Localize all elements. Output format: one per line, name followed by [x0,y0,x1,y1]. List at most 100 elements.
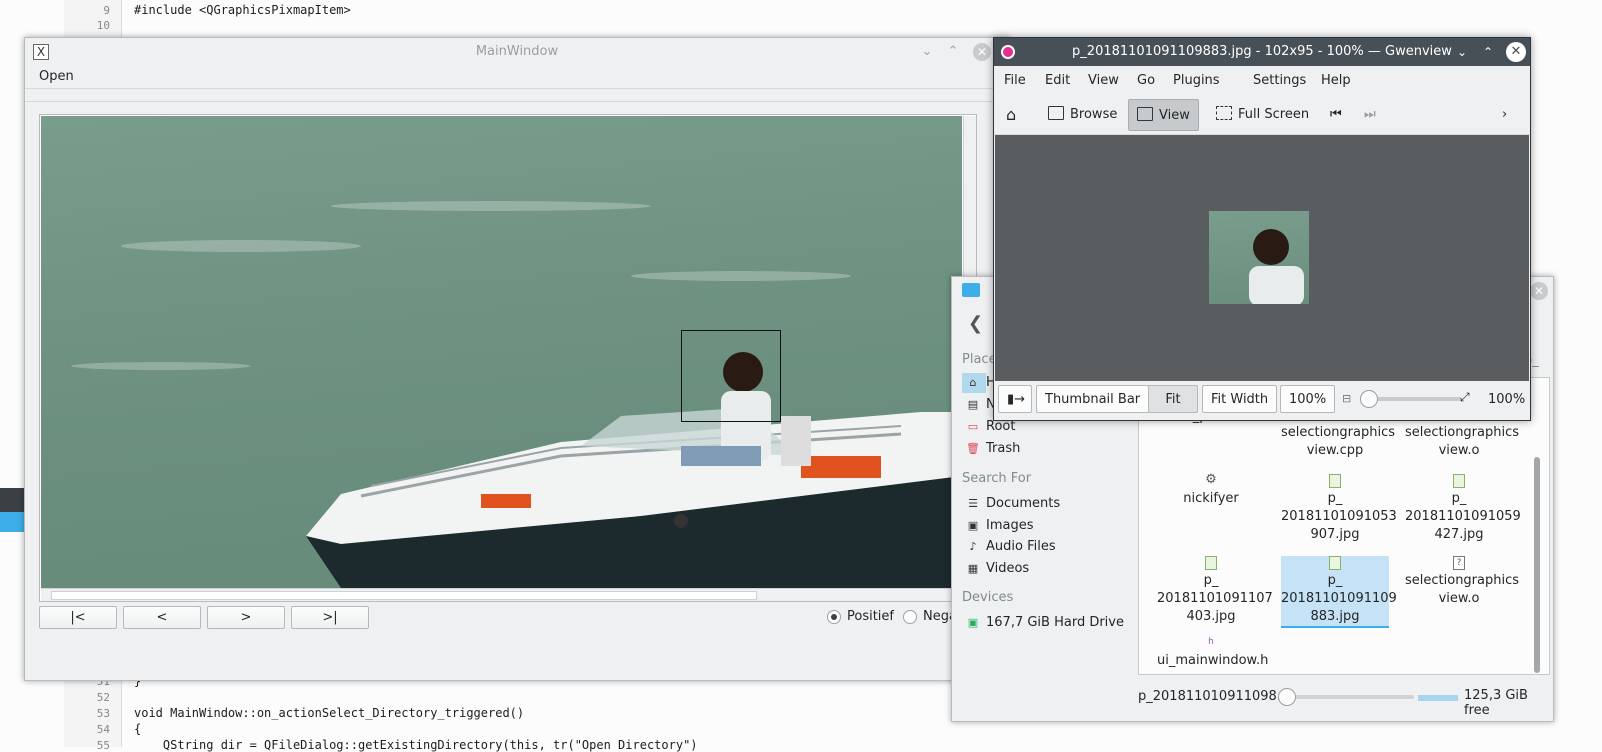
menu-file[interactable]: File [1004,73,1026,88]
search-images[interactable]: ▣ Images [966,518,1034,533]
file-view[interactable]: mos_predictin selectiongraphics view.cpp… [1138,377,1550,675]
device-hard-drive[interactable]: ▣ 167,7 GiB Hard Drive [966,615,1124,630]
gwenview-app-icon [1001,45,1015,59]
sidebar-icon: ▮→ [1007,392,1026,407]
menu-go[interactable]: Go [1137,73,1155,88]
boat-photo[interactable] [41,116,962,588]
positive-radio[interactable] [827,610,841,624]
places-header: Place [962,352,997,367]
file-item[interactable]: p_ 20181101091107 403.jpg [1157,556,1273,626]
menu-plugins[interactable]: Plugins [1173,73,1220,88]
drive-icon: ▣ [967,616,979,629]
next-icon: ⏭ [1364,107,1376,122]
image-viewer[interactable] [995,135,1529,381]
minimize-icon[interactable]: ⌄ [1454,44,1470,60]
next-button[interactable]: > [207,606,285,629]
zoom-input[interactable]: 100% [1280,385,1336,413]
header-file-icon: h [1208,637,1214,647]
menu-view[interactable]: View [1088,73,1119,88]
object-file-icon: ? [1453,556,1465,570]
image-icon [1137,107,1153,121]
thumbnail-bar-button[interactable]: Thumbnail Bar [1036,385,1150,413]
line-number: 52 [96,691,110,704]
close-icon[interactable]: ✕ [973,43,991,61]
negative-radio[interactable] [903,610,917,624]
first-button[interactable]: |< [39,606,117,629]
home-icon: ⌂ [1006,105,1017,124]
file-item[interactable]: p_ 20181101091059 427.jpg [1405,474,1521,544]
title-bar: p_20181101091109883.jpg - 102x95 - 100% … [994,38,1530,66]
file-item[interactable]: selectiongraphics view.cpp [1281,424,1395,460]
sidebar-toggle-button[interactable]: ▮→ [998,385,1032,413]
file-item[interactable]: ⚙ nickifyer [1157,472,1265,508]
horizontal-scrollbar[interactable] [41,588,976,601]
window-title: MainWindow [25,38,1009,66]
previous-image-button[interactable]: ⏮ [1322,99,1350,131]
positive-label: Positief [847,609,894,624]
maximize-icon[interactable]: ⌃ [1480,44,1496,60]
browse-button[interactable]: Browse [1040,99,1125,131]
place-root[interactable]: ▭ Root [966,419,1016,434]
search-audio[interactable]: ♪ Audio Files [966,539,1055,554]
zoom-in-icon[interactable]: ⤢ [1460,390,1470,405]
scroll-thumb[interactable] [51,591,757,600]
search-documents[interactable]: ☰ Documents [966,496,1060,511]
images-icon: ▣ [967,519,979,532]
graphics-view[interactable] [39,114,977,602]
file-item[interactable]: ? selectiongraphics view.o [1405,556,1519,608]
toolbar [25,88,1009,102]
zoom-slider-handle[interactable] [1278,688,1296,706]
minimize-icon[interactable]: ⌄ [919,44,935,60]
maximize-icon[interactable]: ⌃ [945,44,961,60]
home-button[interactable]: ⌂ [998,99,1024,131]
root-folder-icon: ▭ [967,420,979,433]
selection-rectangle[interactable] [681,330,781,422]
devices-header: Devices [962,590,1014,605]
search-videos[interactable]: ▦ Videos [966,561,1029,576]
menu-open[interactable]: Open [39,69,74,84]
chevron-right-icon: › [1502,107,1508,122]
file-item[interactable]: selectiongraphics view.o [1405,424,1519,460]
fullscreen-button[interactable]: Full Screen [1208,99,1317,131]
status-filename: p_201811010911098... [1138,689,1290,704]
view-button[interactable]: View [1128,99,1199,131]
window-title: p_20181101091109883.jpg - 102x95 - 100% … [1072,44,1452,59]
zoom-slider-handle[interactable] [1360,390,1378,408]
file-item[interactable]: h ui_mainwindow.h [1157,636,1268,670]
zoom-slider[interactable] [1366,397,1462,401]
close-icon[interactable]: ✕ [1506,42,1526,62]
documents-icon: ☰ [968,497,978,510]
fit-button[interactable]: Fit [1148,385,1198,413]
place-trash[interactable]: 🗑 Trash [966,441,1020,456]
line-number: 10 [96,19,110,32]
close-icon[interactable]: ✕ [1530,282,1548,300]
menu-edit[interactable]: Edit [1045,73,1070,88]
fit-width-button[interactable]: Fit Width [1202,385,1278,413]
previous-button[interactable]: < [123,606,201,629]
more-toolbar-button[interactable]: › [1494,99,1515,131]
file-item-selected[interactable]: p_ 20181101091109 883.jpg [1281,556,1397,628]
file-item[interactable]: p_ 20181101091053 907.jpg [1281,474,1397,544]
zoom-out-icon[interactable]: ⊟ [1342,392,1351,405]
zoom-level-label: 100% [1488,392,1526,407]
code-line[interactable]: { [134,722,141,736]
fullscreen-icon [1216,106,1232,120]
next-image-button[interactable]: ⏭ [1356,99,1384,131]
menu-settings[interactable]: Settings [1253,73,1306,88]
place-network[interactable]: ▤ N [966,397,996,412]
line-number: 55 [96,739,110,752]
zoom-slider[interactable] [1284,695,1414,699]
code-line[interactable]: QString dir = QFileDialog::getExistingDi… [134,738,698,752]
browse-icon [1048,106,1064,120]
back-icon[interactable]: ❮ [968,313,983,334]
network-icon: ▤ [967,398,979,411]
code-line[interactable]: #include <QGraphicsPixmapItem> [134,3,351,17]
menu-help[interactable]: Help [1321,73,1351,88]
image-preview[interactable] [1209,211,1309,304]
code-line[interactable]: void MainWindow::on_actionSelect_Directo… [134,706,524,720]
last-button[interactable]: >| [291,606,369,629]
place-home[interactable]: ⌂ H [966,375,996,390]
gear-icon: ⚙ [1205,472,1217,487]
search-header: Search For [962,471,1032,486]
vertical-scrollbar[interactable] [1534,457,1540,673]
